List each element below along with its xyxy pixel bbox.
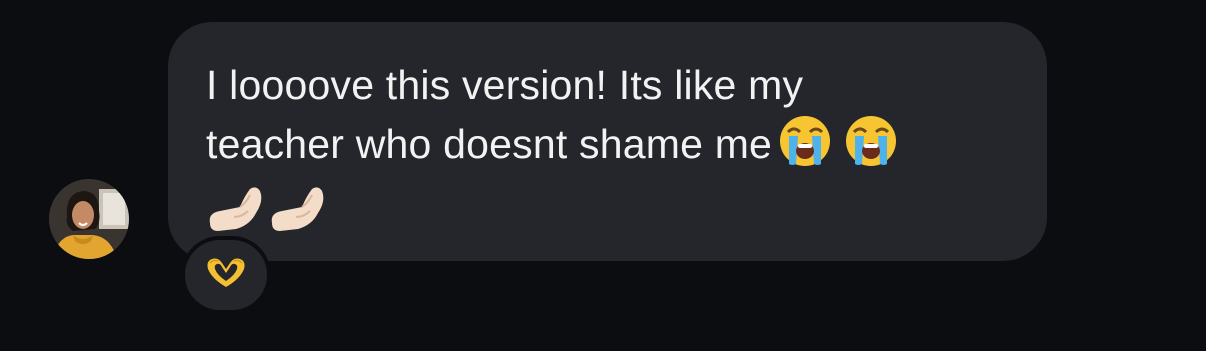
message-line-3 [206, 187, 330, 240]
heart-hands-icon [204, 255, 248, 296]
avatar-photo [49, 179, 129, 259]
reaction-badge[interactable] [181, 236, 271, 314]
loudly-crying-face-icon [778, 114, 832, 183]
message-line-1: I loooove this version! Its like my [206, 62, 804, 108]
pinching-hand-icon [268, 183, 326, 248]
loudly-crying-face-icon [844, 114, 898, 183]
message-line-2: teacher who doesnt shame me [206, 121, 773, 167]
message-bubble[interactable]: I loooove this version! Its like my teac… [168, 22, 1047, 261]
message-thread: I loooove this version! Its like my teac… [0, 0, 1206, 351]
sender-avatar[interactable] [49, 179, 129, 259]
message-text: I loooove this version! Its like my teac… [206, 56, 1007, 248]
